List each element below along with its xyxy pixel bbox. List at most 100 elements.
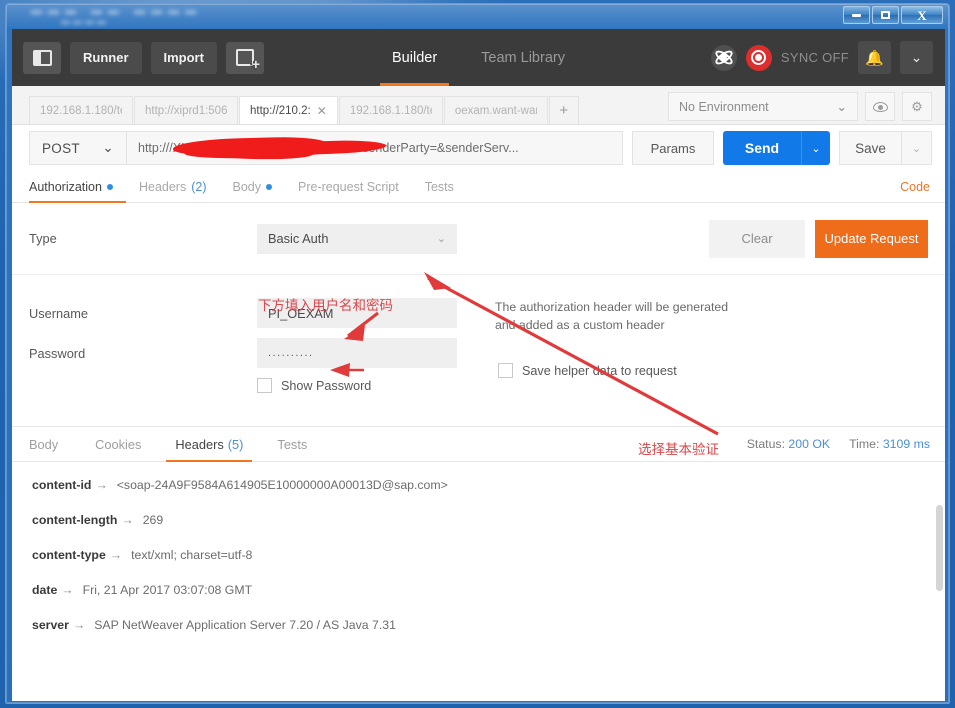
request-tab-3-active[interactable]: http://210.2: ✕ — [239, 96, 338, 124]
request-tab-label: oexam.want-want — [454, 104, 537, 117]
response-tab-tests[interactable]: Tests — [260, 427, 324, 461]
header-value: text/xml; charset=utf-8 — [131, 548, 253, 562]
header-row: content-type → text/xml; charset=utf-8 — [32, 548, 945, 562]
request-sub-tabs: Authorization Headers (2) Body Pre-reque… — [12, 171, 945, 203]
close-button[interactable]: X — [901, 6, 943, 24]
save-helper-checkbox[interactable] — [498, 363, 513, 378]
blurred-subtitle-text: ▬▬▬▬ — [61, 16, 109, 26]
http-method-select[interactable]: POST ⌄ — [29, 131, 127, 165]
subtab-label: Body — [232, 179, 262, 194]
credentials-section: Username PI_OEXAM Password .......... Sh… — [12, 275, 945, 393]
request-tab-label: 192.168.1.180/tes — [349, 104, 432, 117]
environment-settings-button[interactable]: ⚙ — [902, 92, 932, 121]
modified-dot-icon — [106, 183, 113, 190]
subtab-label: Authorization — [29, 179, 102, 194]
minimize-button[interactable] — [843, 6, 870, 24]
subtab-headers[interactable]: Headers (2) — [126, 171, 220, 202]
username-label: Username — [29, 305, 89, 321]
save-helper-row[interactable]: Save helper data to request — [498, 363, 677, 378]
atom-icon[interactable] — [710, 44, 737, 71]
import-button[interactable]: Import — [150, 41, 217, 74]
header-value: <soap-24A9F9584A614905E10000000A00013D@s… — [116, 478, 448, 492]
url-input[interactable]: http:///XISOAPAdapter/MessageServlet?sen… — [127, 131, 623, 165]
environment-quick-look-button[interactable] — [865, 92, 895, 121]
update-request-button[interactable]: Update Request — [815, 219, 928, 258]
desktop-background: ▬▬▬ ▬▬ ▬▬▬▬ ▬▬▬▬ X Runner Import + Build… — [0, 0, 955, 708]
header-key: server — [32, 618, 69, 632]
blurred-title-text: ▬▬▬ ▬▬ ▬▬▬▬ — [31, 5, 203, 17]
response-tab-headers[interactable]: Headers (5) — [158, 427, 260, 462]
show-password-label: Show Password — [281, 378, 372, 393]
response-tab-label: Tests — [277, 436, 308, 452]
close-icon: X — [917, 7, 927, 23]
gear-icon: ⚙ — [911, 98, 923, 114]
response-tab-cookies[interactable]: Cookies — [78, 427, 158, 461]
scrollbar-thumb[interactable] — [936, 505, 943, 591]
auth-type-value: Basic Auth — [268, 231, 329, 246]
password-input[interactable]: .......... — [257, 338, 457, 368]
tab-team-library[interactable]: Team Library — [477, 29, 569, 86]
password-row: Password .......... — [29, 338, 928, 368]
subtab-pre-request-script[interactable]: Pre-request Script — [285, 171, 412, 202]
params-button[interactable]: Params — [632, 131, 714, 165]
request-tab-5[interactable]: oexam.want-want — [443, 96, 548, 124]
add-request-tab-button[interactable]: + — [548, 96, 579, 124]
save-options-button[interactable]: ⌄ — [902, 131, 932, 165]
header-row: date → Fri, 21 Apr 2017 03:07:08 GMT — [32, 583, 945, 597]
sidebar-toggle-button[interactable] — [23, 41, 61, 74]
request-tab-4[interactable]: 192.168.1.180/tes — [338, 96, 443, 124]
clear-button[interactable]: Clear — [709, 219, 805, 258]
nav-left-group: Runner Import — [12, 41, 264, 74]
send-button[interactable]: Send — [723, 131, 801, 165]
new-window-icon — [235, 49, 260, 71]
chevron-down-icon: ⌄ — [910, 49, 923, 65]
arrow-icon: → — [95, 478, 108, 492]
close-tab-icon[interactable]: ✕ — [317, 104, 327, 118]
runner-button[interactable]: Runner — [70, 41, 142, 74]
notifications-button[interactable]: 🔔 — [858, 41, 891, 74]
save-button[interactable]: Save — [839, 131, 902, 165]
account-menu-button[interactable]: ⌄ — [900, 41, 933, 74]
auth-type-select[interactable]: Basic Auth ⌄ — [257, 223, 457, 254]
window-titlebar: ▬▬▬ ▬▬ ▬▬▬▬ ▬▬▬▬ X — [6, 4, 949, 28]
url-prefix-text: http:// — [138, 141, 170, 155]
request-tab-1[interactable]: 192.168.1.180/te — [29, 96, 133, 124]
show-password-row[interactable]: Show Password — [257, 378, 928, 393]
sync-status-icon[interactable] — [745, 44, 772, 71]
time-group: Time: 3109 ms — [849, 437, 930, 451]
response-scrollbar[interactable] — [934, 501, 945, 701]
response-tab-label: Headers — [175, 436, 224, 452]
modified-dot-icon — [266, 183, 272, 190]
subtab-tests[interactable]: Tests — [412, 171, 467, 202]
eye-icon — [872, 101, 888, 112]
arrow-icon: → — [121, 513, 134, 527]
tab-builder[interactable]: Builder — [379, 29, 450, 86]
header-key: content-type — [32, 548, 106, 562]
subtab-body[interactable]: Body — [220, 171, 286, 202]
subtab-label: Headers — [138, 179, 187, 194]
chevron-down-icon: ⌄ — [911, 142, 922, 155]
header-row: content-length → 269 — [32, 513, 945, 527]
postman-app: Runner Import Builder Team Library — [12, 29, 945, 701]
response-tab-body[interactable]: Body — [29, 427, 78, 461]
chevron-down-icon: ⌄ — [836, 100, 847, 114]
request-tab-strip: 192.168.1.180/te http://xiprd1:5060 http… — [12, 86, 945, 125]
request-tab-2[interactable]: http://xiprd1:5060 — [134, 96, 238, 124]
subtab-label: Tests — [424, 179, 454, 194]
subtab-authorization[interactable]: Authorization — [29, 171, 126, 203]
send-group: Send ⌄ — [723, 131, 830, 165]
new-tab-button[interactable] — [225, 41, 264, 74]
send-options-button[interactable]: ⌄ — [801, 131, 830, 165]
subtab-label: Pre-request Script — [298, 179, 399, 194]
response-meta: Status: 200 OK Time: 3109 ms — [747, 427, 945, 461]
code-link[interactable]: Code — [900, 171, 945, 202]
username-input[interactable]: PI_OEXAM — [257, 298, 457, 328]
response-tabs: Body Cookies Headers (5) Tests Status: 2… — [12, 427, 945, 462]
nav-right-group: SYNC OFF 🔔 ⌄ — [710, 41, 945, 74]
header-value: Fri, 21 Apr 2017 03:07:08 GMT — [82, 583, 253, 597]
environment-select[interactable]: No Environment ⌄ — [668, 92, 858, 121]
maximize-button[interactable] — [872, 6, 899, 24]
show-password-checkbox[interactable] — [257, 378, 272, 393]
maximize-icon — [881, 11, 890, 19]
request-tab-label: http://xiprd1:5060 — [145, 104, 227, 117]
